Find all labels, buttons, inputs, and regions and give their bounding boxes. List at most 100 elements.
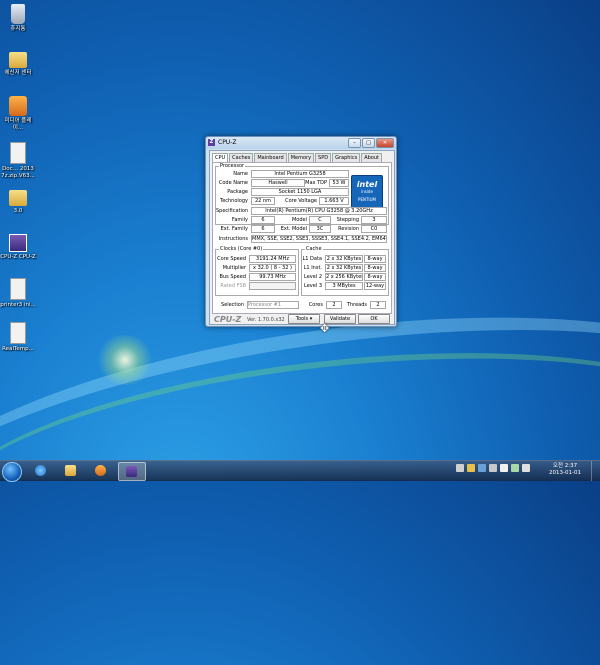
- desktop-icon-label: printer3 ini...: [0, 302, 36, 308]
- l2-label: Level 2: [304, 274, 322, 280]
- show-desktop-button[interactable]: [591, 461, 600, 481]
- l3-label: Level 3: [304, 283, 322, 289]
- window-title: CPU-Z: [218, 139, 237, 146]
- instructions-value: MMX, SSE, SSE2, SSE3, SSSE3, SSE4.1, SSE…: [251, 235, 387, 243]
- taskbar-explorer[interactable]: [58, 462, 84, 479]
- tab-about[interactable]: About: [361, 153, 382, 162]
- media-player-icon: [95, 465, 106, 476]
- clocks-legend: Clocks (Core #0): [220, 246, 263, 252]
- close-button[interactable]: ✕: [376, 138, 394, 148]
- tab-caches[interactable]: Caches: [229, 153, 254, 162]
- selection-label: Selection: [220, 302, 244, 308]
- tools-label: Tools: [295, 316, 309, 322]
- clock-date: 2013-01-01: [549, 470, 581, 476]
- l3-value: 3 MBytes: [325, 282, 363, 290]
- ok-button[interactable]: OK: [358, 314, 390, 324]
- l1inst-way: 8-way: [364, 264, 386, 272]
- ratedfsb-label: Rated FSB: [220, 283, 246, 289]
- technology-label: Technology: [219, 198, 248, 204]
- tab-spd[interactable]: SPD: [315, 153, 332, 162]
- spec-value: Intel(R) Pentium(R) CPU G3258 @ 3.20GHz: [251, 207, 387, 215]
- extfamily-label: Ext. Family: [220, 226, 248, 232]
- l1data-way: 8-way: [364, 255, 386, 263]
- taskbar-clock[interactable]: 오전 2:37 2013-01-01: [548, 463, 582, 477]
- model-value: C: [309, 216, 331, 224]
- multiplier-value: x 32.0 ( 8 - 32 ): [249, 264, 296, 272]
- desktop-icon-3[interactable]: Doc… 2013 7z.zip.V63...: [0, 142, 36, 180]
- extmodel-value: 3C: [309, 225, 331, 233]
- taskbar-media-player[interactable]: [88, 462, 114, 479]
- tab-mainboard[interactable]: Mainboard: [254, 153, 287, 162]
- name-value: Intel Pentium G3258: [251, 170, 349, 178]
- desktop-icon-6[interactable]: printer3 ini...: [0, 278, 36, 309]
- maximize-button[interactable]: □: [362, 138, 375, 148]
- maxtdp-value: 53 W: [329, 179, 349, 187]
- desktop-icon-label: 3.0: [13, 208, 23, 214]
- pentium-text: PENTIUM: [358, 197, 376, 202]
- cpuz-icon: [126, 466, 137, 477]
- busspeed-value: 99.73 MHz: [249, 273, 296, 281]
- tab-memory[interactable]: Memory: [287, 153, 315, 162]
- ime-icon[interactable]: [467, 464, 475, 472]
- selection-dropdown[interactable]: Processor #1: [247, 301, 299, 309]
- extfamily-value: 6: [251, 225, 275, 233]
- l2-value: 2 x 256 KBytes: [325, 273, 363, 281]
- taskbar-cpuz[interactable]: [118, 462, 146, 481]
- processor-legend: Processor: [220, 163, 245, 169]
- desktop-icon-label: RealTemp...: [2, 346, 34, 352]
- cores-label: Cores: [308, 302, 323, 308]
- desktop-icon-label: 미디어 플레이...: [4, 118, 32, 131]
- minimize-button[interactable]: –: [348, 138, 361, 148]
- internet-explorer-icon: [35, 465, 46, 476]
- folder-icon: [9, 52, 27, 68]
- wallpaper-glow: [95, 335, 155, 385]
- threads-value: 2: [370, 301, 386, 309]
- ratedfsb-value: [249, 282, 296, 290]
- volume-icon[interactable]: [522, 464, 530, 472]
- package-value: Socket 1150 LGA: [251, 188, 349, 196]
- desktop-icon-7[interactable]: RealTemp...: [0, 322, 36, 353]
- busspeed-label: Bus Speed: [219, 274, 246, 280]
- desktop-icon-recycle-bin[interactable]: 휴지통: [0, 4, 36, 33]
- version-label: Ver. 1.70.0.x32: [247, 317, 285, 323]
- desktop-icon-4[interactable]: 3.0: [0, 186, 36, 215]
- instructions-label: Instructions: [218, 236, 248, 242]
- media-player-icon: [9, 96, 27, 116]
- desktop-icon-1[interactable]: 에신저 센터: [0, 48, 36, 77]
- extmodel-label: Ext. Model: [280, 226, 307, 232]
- taskbar-ie[interactable]: [28, 462, 54, 479]
- network-icon[interactable]: [511, 464, 519, 472]
- flag-icon[interactable]: [500, 464, 508, 472]
- stepping-value: 3: [361, 216, 387, 224]
- corevoltage-value: 1.663 V: [319, 197, 349, 205]
- technology-value: 22 nm: [251, 197, 275, 205]
- cpuz-icon: [9, 234, 27, 252]
- l1inst-value: 2 x 32 KBytes: [325, 264, 363, 272]
- title-bar[interactable]: Z CPU-Z – □ ✕: [206, 137, 396, 149]
- l1inst-label: L1 Inst.: [303, 265, 322, 271]
- package-label: Package: [227, 189, 248, 195]
- intel-logo: intel: [356, 180, 378, 189]
- desktop-icon-label: CPU-Z CPU-Z: [0, 254, 36, 260]
- desktop-icon-2[interactable]: 미디어 플레이...: [0, 96, 36, 132]
- l1data-value: 2 x 32 KBytes: [325, 255, 363, 263]
- help-icon[interactable]: [478, 464, 486, 472]
- tray-arrow-icon[interactable]: [489, 464, 497, 472]
- cpuz-logo: CPU-Z: [214, 315, 242, 324]
- l2-way: 8-way: [364, 273, 386, 281]
- multiplier-label: Multiplier: [222, 265, 246, 271]
- tab-graphics[interactable]: Graphics: [332, 153, 361, 162]
- tools-button[interactable]: Tools ▾: [288, 314, 320, 324]
- cache-legend: Cache: [306, 246, 322, 252]
- corespeed-value: 3191.24 MHz: [249, 255, 296, 263]
- start-button[interactable]: [2, 462, 22, 482]
- language-icon[interactable]: [456, 464, 464, 472]
- model-label: Model: [291, 217, 307, 223]
- desktop-icon-label: 에신저 센터: [4, 70, 32, 76]
- desktop-icon-cpuz[interactable]: CPU-Z CPU-Z: [0, 234, 36, 261]
- maxtdp-label: Max TDP: [305, 180, 327, 186]
- codename-value: Haswell: [251, 179, 305, 187]
- stepping-label: Stepping: [336, 217, 359, 223]
- codename-label: Code Name: [218, 180, 248, 186]
- desktop-icon-label: Doc… 2013 7z.zip.V63...: [1, 166, 35, 179]
